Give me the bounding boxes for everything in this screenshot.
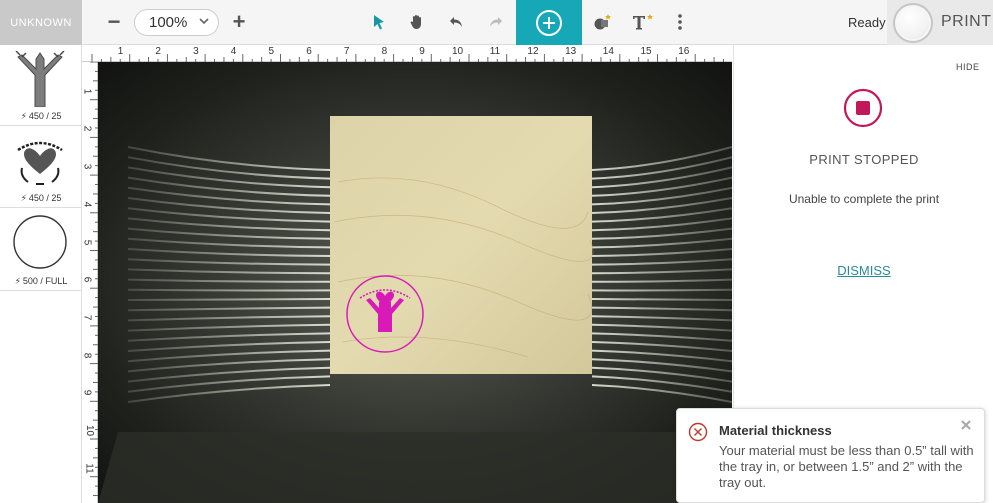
dismiss-button[interactable]: DISMISS — [734, 263, 993, 278]
material-selector[interactable]: UNKNOWN — [0, 0, 82, 45]
print-stopped-message: Unable to complete the print — [788, 192, 940, 206]
ruler-label: 8 — [381, 46, 388, 57]
design-list: ⚡ 450 / 25 ⚡ 450 / 25 ⚡ 500 / FULL — [0, 45, 82, 503]
ruler-label: 6 — [306, 46, 312, 57]
pan-tool-button[interactable] — [404, 8, 430, 36]
ruler-label: 7 — [343, 46, 350, 57]
ruler-label: 1 — [117, 46, 124, 57]
material-wood-board — [330, 116, 592, 374]
printer-status: Ready — [848, 15, 886, 30]
more-options-button[interactable] — [667, 8, 693, 36]
shapes-button[interactable] — [590, 8, 616, 36]
ruler-label: 11 — [83, 462, 95, 474]
zoom-value: 100% — [149, 14, 188, 31]
zoom-out-button[interactable]: − — [102, 8, 126, 36]
ruler-label: 4 — [81, 201, 93, 208]
ruler-label: 10 — [452, 46, 464, 57]
ruler-label: 14 — [602, 46, 614, 57]
ruler-label: 2 — [155, 46, 161, 57]
plus-circle-icon — [536, 9, 562, 36]
shapes-icon — [594, 14, 611, 30]
undo-button[interactable] — [444, 8, 470, 36]
add-artwork-button[interactable] — [516, 0, 582, 45]
design-settings: ⚡ 450 / 25 — [20, 193, 62, 203]
text-tool-button[interactable] — [630, 8, 656, 36]
print-label[interactable]: PRINT — [941, 13, 992, 31]
power-speed-icon: ⚡ — [20, 111, 27, 121]
select-tool-button[interactable] — [366, 8, 392, 36]
ruler-label: 12 — [527, 46, 539, 57]
redo-icon — [490, 17, 502, 27]
more-vertical-icon — [678, 14, 682, 30]
top-toolbar: UNKNOWN − 100% + Ready PRINT — [0, 0, 993, 45]
power-speed-icon: ⚡ — [14, 276, 21, 286]
honeycomb-bars-left — [127, 146, 331, 403]
ruler-label: 13 — [565, 46, 577, 57]
ruler-label: 11 — [489, 46, 501, 57]
ruler-ticks — [91, 54, 724, 62]
ruler-label: 10 — [84, 424, 96, 437]
toast-message: Your material must be less than 0.5” tal… — [719, 443, 974, 490]
ruler-horizontal: 1 2 3 4 5 6 7 8 9 10 11 12 13 14 15 16 — [82, 45, 732, 62]
ruler-label: 5 — [268, 46, 275, 57]
undo-icon — [450, 17, 462, 27]
print-stopped-title: PRINT STOPPED — [809, 152, 919, 167]
ruler-label: 7 — [81, 314, 93, 321]
chevron-down-icon — [199, 18, 209, 25]
material-label: UNKNOWN — [10, 16, 72, 29]
redo-button[interactable] — [482, 8, 508, 36]
ruler-label: 3 — [193, 46, 199, 57]
design-settings: ⚡ 500 / FULL — [14, 276, 68, 286]
zoom-in-button[interactable]: + — [227, 8, 251, 36]
bed-image — [98, 116, 732, 503]
error-circle-icon — [688, 422, 708, 442]
design-item-tree[interactable]: ⚡ 450 / 25 — [0, 45, 82, 126]
cursor-arrow-icon — [374, 15, 384, 30]
ruler-label: 9 — [419, 46, 425, 57]
design-settings: ⚡ 450 / 25 — [20, 111, 62, 121]
design-item-circle[interactable]: ⚡ 500 / FULL — [0, 208, 82, 291]
ruler-label: 4 — [230, 46, 237, 57]
close-icon[interactable] — [959, 418, 973, 432]
hand-icon — [410, 15, 421, 29]
ruler-label: 3 — [81, 163, 93, 170]
ruler-label: 16 — [678, 46, 690, 57]
heart-logo-design-icon — [9, 132, 71, 188]
ruler-label: 8 — [81, 352, 93, 358]
ruler-label: 5 — [81, 239, 93, 245]
ruler-label: 9 — [81, 390, 93, 396]
zoom-select[interactable]: 100% — [134, 9, 219, 36]
bed-camera-view[interactable] — [98, 62, 732, 503]
design-item-heart-logo[interactable]: ⚡ 450 / 25 — [0, 126, 82, 208]
print-button[interactable] — [893, 3, 933, 43]
ruler-vertical: 1 2 3 4 5 6 7 8 9 10 11 — [81, 62, 98, 503]
ruler-label: 2 — [81, 126, 93, 132]
toast-title: Material thickness — [719, 423, 832, 438]
ruler-label: 1 — [81, 88, 93, 94]
ruler-label: 6 — [81, 276, 93, 283]
text-icon — [633, 14, 653, 30]
material-thickness-toast: Material thickness Your material must be… — [676, 408, 985, 503]
stop-icon — [843, 88, 883, 128]
tree-design-icon — [9, 51, 71, 107]
circle-design-icon — [9, 214, 71, 270]
honeycomb-bars-right — [591, 146, 732, 403]
ruler-label: 15 — [640, 46, 652, 57]
power-speed-icon: ⚡ — [20, 193, 27, 203]
hide-panel-button[interactable]: HIDE — [956, 62, 980, 72]
